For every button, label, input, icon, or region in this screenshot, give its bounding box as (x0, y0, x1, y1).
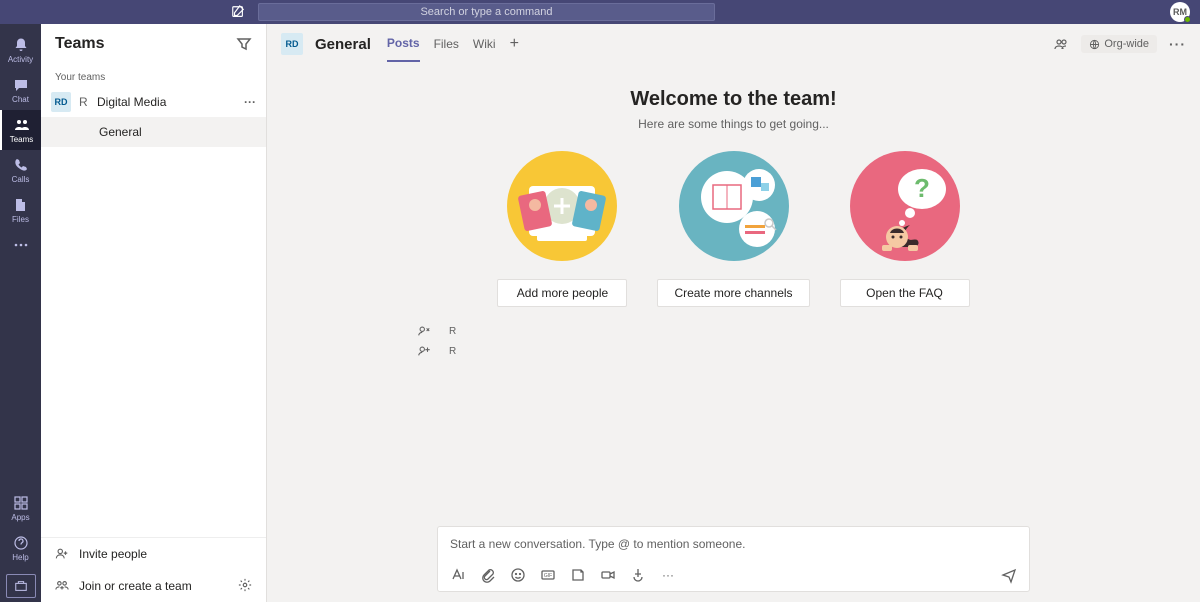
create-channels-button[interactable]: Create more channels (657, 279, 809, 307)
welcome-title: Welcome to the team! (630, 88, 836, 111)
tab-add[interactable]: + (510, 26, 519, 62)
svg-text:GIF: GIF (544, 573, 552, 579)
rail-label: Activity (8, 55, 33, 64)
activity-row: R (417, 321, 1200, 341)
search-input[interactable]: Search or type a command (258, 3, 715, 21)
panel-title: Teams (55, 35, 236, 53)
tab-files[interactable]: Files (434, 27, 459, 61)
join-create-team[interactable]: Join or create a team (41, 570, 266, 602)
orgwide-button[interactable]: Org-wide (1081, 35, 1157, 53)
channel-name: General (99, 125, 142, 139)
chevron-icon: R (79, 95, 89, 109)
tab-wiki[interactable]: Wiki (473, 27, 496, 61)
more-compose-icon[interactable]: ··· (660, 567, 676, 583)
rail-label: Chat (12, 95, 29, 104)
emoji-icon[interactable] (510, 567, 526, 583)
invite-people[interactable]: Invite people (41, 538, 266, 570)
people-add-icon (55, 579, 69, 593)
person-added-icon (417, 324, 431, 338)
rail-teams[interactable]: Teams (0, 110, 41, 150)
rail-apps[interactable]: Apps (0, 488, 41, 528)
illus-add-people (507, 151, 617, 261)
stream-icon[interactable] (630, 567, 646, 583)
rail-label: Teams (10, 135, 34, 144)
settings-icon[interactable] (238, 578, 252, 595)
rail-files[interactable]: Files (0, 190, 41, 230)
rail-calls[interactable]: Calls (0, 150, 41, 190)
welcome-subtitle: Here are some things to get going... (638, 117, 829, 131)
presence-indicator (1184, 16, 1191, 23)
open-faq-button[interactable]: Open the FAQ (840, 279, 970, 307)
rail-label: Files (12, 215, 29, 224)
add-people-button[interactable]: Add more people (497, 279, 627, 307)
activity-text: R (449, 346, 456, 357)
new-message-button[interactable] (230, 4, 246, 20)
format-icon[interactable] (450, 567, 466, 583)
tab-posts[interactable]: Posts (387, 26, 420, 62)
attach-icon[interactable] (480, 567, 496, 583)
send-icon[interactable] (1001, 567, 1017, 583)
rail-label: Calls (12, 175, 30, 184)
activity-text: R (449, 326, 456, 337)
invite-label: Invite people (79, 547, 147, 561)
filter-icon[interactable] (236, 36, 252, 52)
activity-row: R (417, 341, 1200, 361)
header-channel-name: General (315, 36, 371, 53)
rail-more[interactable] (0, 230, 41, 260)
channel-row[interactable]: General (41, 117, 266, 147)
join-label: Join or create a team (79, 579, 192, 593)
team-members-icon[interactable] (1053, 36, 1069, 52)
rail-label: Apps (11, 513, 29, 522)
team-name: Digital Media (97, 95, 236, 109)
team-badge: RD (51, 92, 71, 112)
rail-feedback[interactable] (6, 574, 36, 598)
svg-text:?: ? (914, 173, 930, 203)
gif-icon[interactable]: GIF (540, 567, 556, 583)
orgwide-label: Org-wide (1104, 38, 1149, 50)
rail-help[interactable]: Help (0, 528, 41, 568)
person-added-icon (417, 344, 431, 358)
illus-faq: ? (850, 151, 960, 261)
header-more[interactable]: ··· (1169, 36, 1186, 52)
sticker-icon[interactable] (570, 567, 586, 583)
team-row[interactable]: RD R Digital Media ··· (41, 87, 266, 117)
team-more-icon[interactable]: ··· (244, 95, 256, 109)
rail-label: Help (12, 553, 28, 562)
rail-chat[interactable]: Chat (0, 70, 41, 110)
person-add-icon (55, 547, 69, 561)
rail-activity[interactable]: Activity (0, 30, 41, 70)
illus-channels (679, 151, 789, 261)
compose-input[interactable]: Start a new conversation. Type @ to ment… (438, 527, 1029, 561)
section-your-teams: Your teams (41, 64, 266, 87)
user-avatar[interactable]: RM (1170, 2, 1190, 22)
globe-icon (1089, 39, 1100, 50)
header-team-badge: RD (281, 33, 303, 55)
meet-now-icon[interactable] (600, 567, 616, 583)
